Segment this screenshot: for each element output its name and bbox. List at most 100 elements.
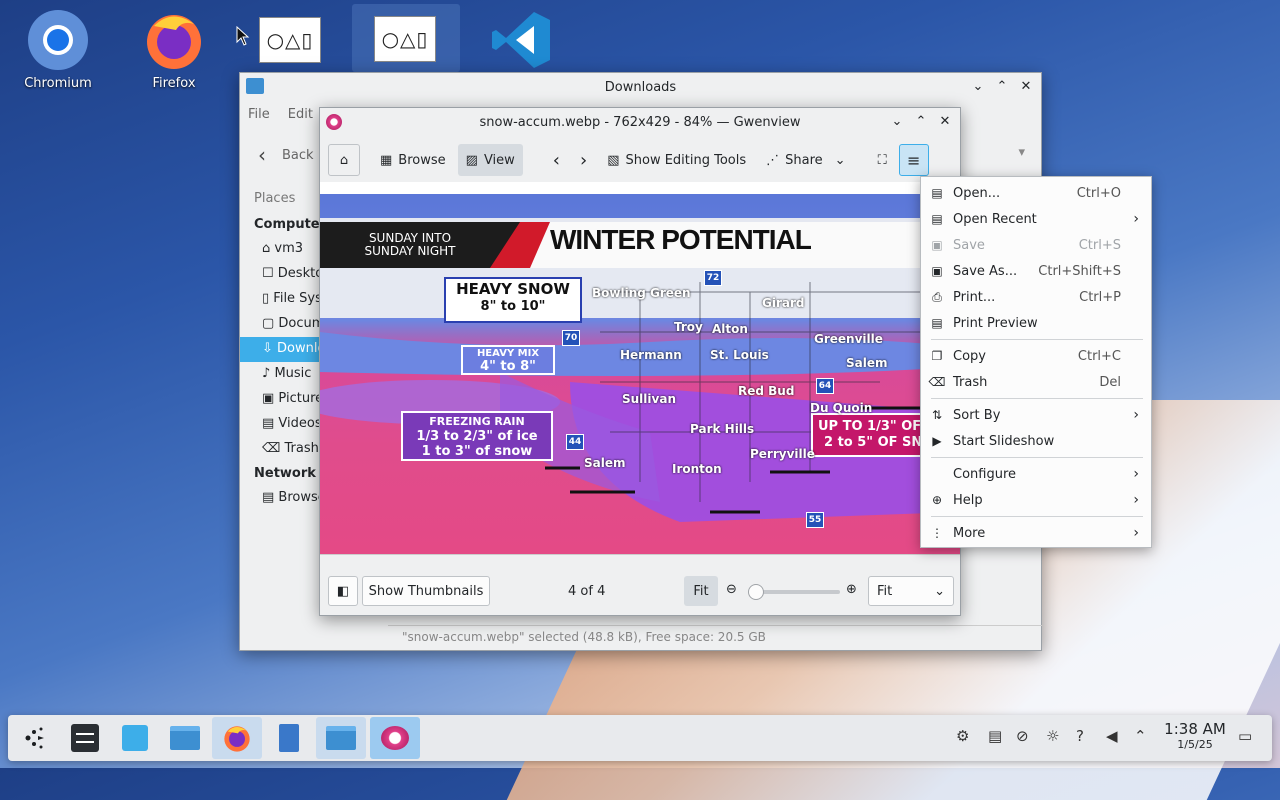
show-editing-tools-button[interactable]: ▧ Show Editing Tools [599, 144, 754, 176]
gwenview-titlebar[interactable]: snow-accum.webp - 762x429 - 84% — Gwenvi… [320, 108, 960, 136]
clock-date: 1/5/25 [1177, 738, 1213, 751]
zoom-slider[interactable] [748, 584, 840, 600]
window-title: snow-accum.webp - 762x429 - 84% — Gwenvi… [479, 114, 801, 130]
menu-item-save: ▣ Save Ctrl+S [921, 233, 1153, 257]
task-dolphin-window[interactable] [316, 717, 366, 759]
clipboard-icon[interactable]: ▤ [988, 727, 1002, 745]
brightness-icon[interactable]: ☼ [1046, 727, 1059, 745]
city-label: Red Bud [738, 384, 795, 398]
desktop-icon-chromium[interactable]: Chromium [13, 8, 103, 91]
gwenview-bottom-bar: ◧ Show Thumbnails 4 of 4 Fit ⊖ ⊕ Fit ⌄ [320, 569, 960, 613]
highway-shield-icon: 55 [806, 512, 824, 528]
dropdown-arrow-icon[interactable]: ▾ [1018, 145, 1025, 160]
hamburger-menu: ▤ Open... Ctrl+O ▤ Open Recent › ▣ Save Ctrl+S… [920, 176, 1152, 548]
menu-item-configure[interactable]: Configure › [921, 462, 1153, 486]
task-kate[interactable] [264, 717, 314, 759]
task-gwenview[interactable] [370, 717, 420, 759]
image-view[interactable]: SUNDAY INTO SUNDAY NIGHT WINTER POTENTIA… [320, 182, 960, 555]
fullscreen-button[interactable]: ⛶ [870, 144, 895, 176]
desktop-icon-firefox[interactable]: Firefox [129, 8, 219, 91]
zoom-in-icon[interactable]: ⊕ [846, 582, 857, 597]
menu-separator [931, 339, 1143, 340]
chevron-down-icon[interactable]: ⌄ [888, 112, 906, 130]
show-thumbnails-button[interactable]: Show Thumbnails [362, 576, 490, 606]
firefox-icon [142, 8, 206, 72]
menu-item-copy[interactable]: ❐ Copy Ctrl+C [921, 344, 1153, 368]
folder-icon [326, 726, 356, 750]
hamburger-icon: ≡ [906, 150, 921, 170]
zoom-out-icon[interactable]: ⊖ [726, 582, 737, 597]
menu-item-more[interactable]: ⋮ More › [921, 521, 1153, 545]
view-button[interactable]: ▨ View [457, 144, 523, 176]
chevron-down-icon: ⌄ [834, 152, 846, 168]
previous-button[interactable]: ‹ [545, 144, 568, 176]
chevron-down-icon[interactable]: ⌄ [969, 77, 987, 95]
gwenview-window: snow-accum.webp - 762x429 - 84% — Gwenvi… [319, 107, 961, 616]
highway-shield-icon: 64 [816, 378, 834, 394]
sidebar-toggle-button[interactable]: ◧ [328, 576, 358, 606]
volume-icon[interactable]: ◀ [1106, 727, 1118, 745]
box-freezing-rain: FREEZING RAIN 1/3 to 2/3" of ice 1 to 3"… [416, 415, 538, 459]
clock[interactable]: 1:38 AM 1/5/25 [1160, 721, 1230, 753]
menu-item-save-as[interactable]: ▣ Save As... Ctrl+Shift+S [921, 259, 1153, 283]
close-icon[interactable]: ✕ [936, 112, 954, 130]
city-label: Hermann [620, 348, 682, 362]
help-icon[interactable]: ? [1076, 727, 1084, 745]
banner-title: WINTER POTENTIAL [550, 224, 812, 255]
chevron-down-icon: ⌄ [934, 583, 945, 599]
home-button[interactable]: ⌂ [328, 144, 360, 176]
task-firefox[interactable] [212, 717, 262, 759]
chevron-right-icon: › [580, 149, 588, 171]
city-label: Perryville [750, 447, 815, 461]
image-icon: ▨ [465, 152, 478, 168]
menu-item-sort-by[interactable]: ⇅ Sort By › [921, 403, 1153, 427]
menu-item-help[interactable]: ⊕ Help › [921, 488, 1153, 512]
menu-item-open-recent[interactable]: ▤ Open Recent › [921, 207, 1153, 231]
close-icon[interactable]: ✕ [1017, 77, 1035, 95]
save-as-icon: ▣ [931, 264, 943, 278]
kde-connect-icon[interactable]: ⚙ [956, 727, 969, 745]
menu-edit[interactable]: Edit [288, 107, 313, 122]
dolphin-titlebar[interactable]: Downloads ⌄ ⌃ ✕ [240, 73, 1041, 101]
zoom-select[interactable]: Fit ⌄ [868, 576, 954, 606]
vscode-icon[interactable] [490, 10, 552, 74]
places-label: Places [254, 191, 296, 206]
menu-item-open[interactable]: ▤ Open... Ctrl+O [921, 181, 1153, 205]
browse-button[interactable]: ▦ Browse [372, 144, 454, 176]
task-dolphin[interactable] [160, 717, 210, 759]
open-icon: ▤ [931, 186, 943, 200]
share-button[interactable]: ⋰ Share ⌄ [758, 144, 853, 176]
back-button[interactable]: ‹ Back [258, 143, 314, 167]
hamburger-menu-button[interactable]: ≡ [898, 144, 929, 176]
document-icon [279, 724, 299, 752]
task-system-settings[interactable] [60, 717, 110, 759]
chevron-right-icon: › [1133, 492, 1139, 508]
chevron-right-icon: › [1133, 211, 1139, 227]
taskbar: ⚙ ▤ ⊘ ☼ ? ◀ ⌃ 1:38 AM 1/5/25 ▭ [8, 715, 1272, 761]
home-icon: ⌂ [339, 152, 349, 168]
chevron-up-icon[interactable]: ⌃ [912, 112, 930, 130]
audio-muted-icon[interactable]: ⊘ [1016, 727, 1029, 745]
menu-item-print[interactable]: ⎙ Print... Ctrl+P [921, 285, 1153, 309]
discover-icon [122, 725, 148, 751]
task-discover[interactable] [110, 717, 160, 759]
menu-item-print-preview[interactable]: ▤ Print Preview [921, 311, 1153, 335]
chevron-up-icon[interactable]: ⌃ [1134, 727, 1147, 745]
show-desktop-icon[interactable]: ▭ [1238, 727, 1252, 745]
menu-item-start-slideshow[interactable]: ▶ Start Slideshow [921, 429, 1153, 453]
city-label: Greenville [814, 332, 883, 346]
fit-button[interactable]: Fit [684, 576, 718, 606]
desktop-selected-item[interactable]: ○△▯ [352, 4, 460, 72]
menu-file[interactable]: File [248, 107, 270, 122]
chevron-up-icon[interactable]: ⌃ [993, 77, 1011, 95]
menu-item-trash[interactable]: ⌫ Trash Del [921, 370, 1153, 394]
desktop-thumbnail-icon[interactable]: ○△▯ [259, 17, 321, 63]
chevron-right-icon: › [1133, 466, 1139, 482]
next-button[interactable]: › [572, 144, 595, 176]
city-label: Alton [712, 322, 748, 336]
app-launcher-button[interactable] [10, 717, 60, 759]
box-heavy-snow: HEAVY SNOW 8" to 10" [456, 280, 570, 314]
zoom-slider-handle[interactable] [748, 584, 764, 600]
status-bar: "snow-accum.webp" selected (48.8 kB), Fr… [388, 625, 1042, 651]
more-icon: ⋮ [931, 526, 943, 540]
